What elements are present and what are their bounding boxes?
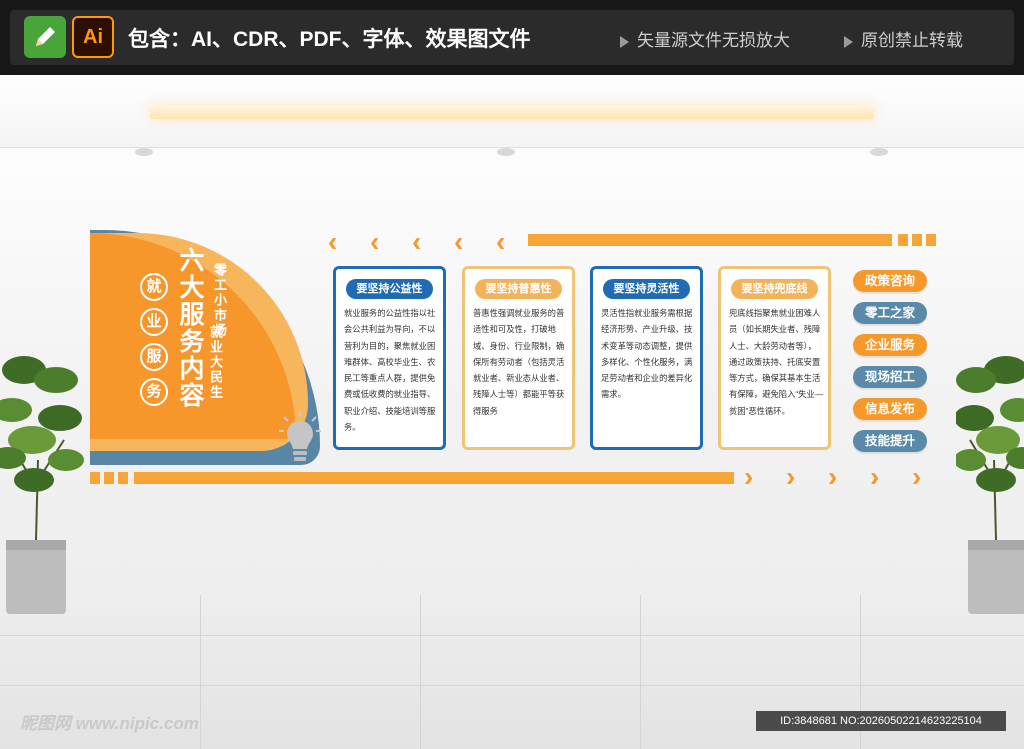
accent-square [90,472,100,484]
spotlight [870,148,888,156]
floor-tile-line [0,685,1024,686]
potted-plant-right [954,340,1024,635]
ceiling-light-strip [150,105,874,119]
card-title: 要坚持兜底线 [731,279,818,299]
floor-tile-line [420,595,421,749]
tag-info-release: 信息发布 [853,398,927,420]
subtitle-livelihood: 就业大民生 [208,325,223,400]
card-flexible: 要坚持灵活性 灵活性指就业服务需根据经济形势、产业升级、技术变革等动态调整，提供… [590,266,703,450]
notice-vector: 矢量源文件无损放大 [620,26,790,51]
chevron-left-icon: ‹ [328,226,338,257]
service-circles: 就 业 服 务 [140,273,170,413]
accent-square [912,234,922,246]
includes-text: 包含：AI、CDR、PDF、字体、效果图文件 [128,28,531,51]
potted-plant-left [0,340,84,635]
circle-char: 服 [140,343,168,371]
floor-tile-line [200,595,201,749]
chevron-right-icon: › [870,461,880,492]
showroom-scene: 就 业 服 务 六大服务内容 零工小市场 就业大民生 ‹ ‹ ‹ ‹ ‹ 要坚持… [0,75,1024,749]
play-triangle-icon [844,35,853,48]
lightbulb-icon [278,409,322,470]
floor-tile-line [640,595,641,749]
accent-square [104,472,114,484]
chevron-right-icon: › [744,461,754,492]
chevron-right-icon: › [786,461,796,492]
circle-char: 就 [140,273,168,301]
top-accent-bar [528,234,892,246]
image-id-bar: ID:3848681 NO:20260502214623225104 [756,711,1006,731]
chevron-right-icon: › [912,461,922,492]
card-title: 要坚持灵活性 [603,279,690,299]
tag-enterprise-service: 企业服务 [853,334,927,356]
card-title: 要坚持普惠性 [475,279,562,299]
tag-onsite-recruiting: 现场招工 [853,366,927,388]
site-watermark: 昵图网 www.nipic.com [20,714,199,733]
circle-char: 业 [140,308,168,336]
illustrator-logo-icon: Ai [72,16,114,58]
card-body: 灵活性指就业服务需根据经济形势、产业升级、技术变革等动态调整，提供多样化、个性化… [601,308,693,400]
tag-policy-consulting: 政策咨询 [853,270,927,292]
accent-square [898,234,908,246]
tag-skill-upgrade: 技能提升 [853,430,927,452]
notice-vector-text: 矢量源文件无损放大 [637,31,790,50]
pen-icon [24,16,66,58]
chevron-left-icon: ‹ [370,226,380,257]
accent-square [118,472,128,484]
card-inclusive: 要坚持普惠性 普惠性强调就业服务的普适性和可及性，打破地域、身份、行业限制，确保… [462,266,575,450]
accent-square [926,234,936,246]
spotlight [135,148,153,156]
notice-copyright-text: 原创禁止转载 [861,31,963,50]
card-title: 要坚持公益性 [346,279,433,299]
chevron-left-icon: ‹ [454,226,464,257]
top-banner-inner: Ai 包含：AI、CDR、PDF、字体、效果图文件 矢量源文件无损放大 原创禁止… [10,10,1014,65]
chevron-left-icon: ‹ [412,226,422,257]
main-title: 六大服务内容 [176,247,204,409]
card-body: 普惠性强调就业服务的普适性和可及性，打破地域、身份、行业限制，确保所有劳动者（包… [473,308,565,416]
chevron-right-icon: › [828,461,838,492]
play-triangle-icon [620,35,629,48]
floor-tile-line [0,635,1024,636]
notice-copyright: 原创禁止转载 [844,26,963,51]
card-public-welfare: 要坚持公益性 就业服务的公益性指以社会公共利益为导向，不以营利为目的，聚焦就业困… [333,266,446,450]
card-bottom-line: 要坚持兜底线 兜底线指聚焦就业困难人员（如长期失业者、残障人士、大龄劳动者等），… [718,266,831,450]
top-banner: Ai 包含：AI、CDR、PDF、字体、效果图文件 矢量源文件无损放大 原创禁止… [0,0,1024,75]
spotlight [497,148,515,156]
bottom-accent-bar [134,472,734,484]
chevron-left-icon: ‹ [496,226,506,257]
tag-gig-home: 零工之家 [853,302,927,324]
card-body: 就业服务的公益性指以社会公共利益为导向，不以营利为目的，聚焦就业困难群体、高校毕… [344,308,436,433]
card-body: 兜底线指聚焦就业困难人员（如长期失业者、残障人士、大龄劳动者等），通过政策扶持、… [729,308,824,416]
circle-char: 务 [140,378,168,406]
